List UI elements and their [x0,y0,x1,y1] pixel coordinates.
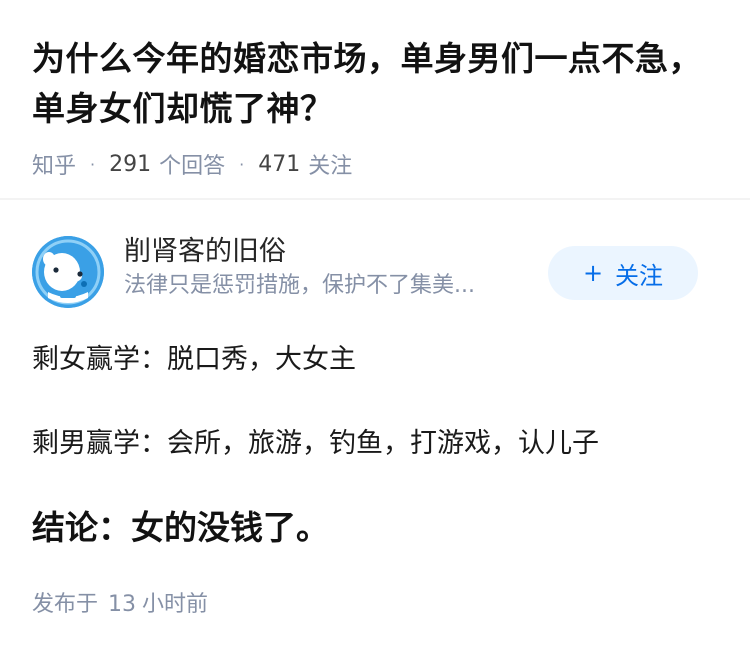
question-meta: 知乎 · 291 个回答 · 471 关注 [32,148,722,180]
question-header: 为什么今年的婚恋市场，单身男们一点不急，单身女们却慌了神？ 知乎 · 291 个… [32,34,722,180]
follow-button[interactable]: + 关注 [548,246,698,300]
author-bio: 法律只是惩罚措施，保护不了集美... [124,273,475,298]
question-title[interactable]: 为什么今年的婚恋市场，单身男们一点不急，单身女们却慌了神？ [32,34,722,134]
answers-count[interactable]: 291 [109,152,151,177]
author-row: 削肾客的旧俗 法律只是惩罚措施，保护不了集美... + 关注 [32,236,722,308]
meta-separator: · [90,154,96,174]
avatar[interactable] [32,236,104,308]
publish-value: 13 [108,592,137,617]
answer-content: 剩女赢学：脱口秀，大女主 剩男赢学：会所，旅游，钓鱼，打游戏，认儿子 结论：女的… [32,340,722,592]
answer-conclusion: 结论：女的没钱了。 [32,508,329,547]
publish-prefix: 发布于 [32,592,99,617]
author-name[interactable]: 削肾客的旧俗 [124,234,544,270]
followers-count: 471 [258,151,301,177]
plus-icon: + [582,259,604,287]
follow-button-label: 关注 [615,261,664,290]
answers-label[interactable]: 个回答 [159,148,225,180]
section-divider [0,198,750,200]
publish-suffix: 小时前 [142,592,209,617]
meta-separator: · [239,154,245,174]
followers-label: 关注 [308,154,353,179]
answer-paragraph: 剩女赢学：脱口秀，大女主 [32,344,356,375]
publish-time: 发布于 13 小时前 [32,586,208,618]
author-info: 削肾客的旧俗 法律只是惩罚措施，保护不了集美... [124,234,544,302]
cartoon-bear-avatar-icon [32,236,104,308]
source-label[interactable]: 知乎 [32,148,76,180]
answer-paragraph: 剩男赢学：会所，旅游，钓鱼，打游戏，认儿子 [32,428,599,459]
